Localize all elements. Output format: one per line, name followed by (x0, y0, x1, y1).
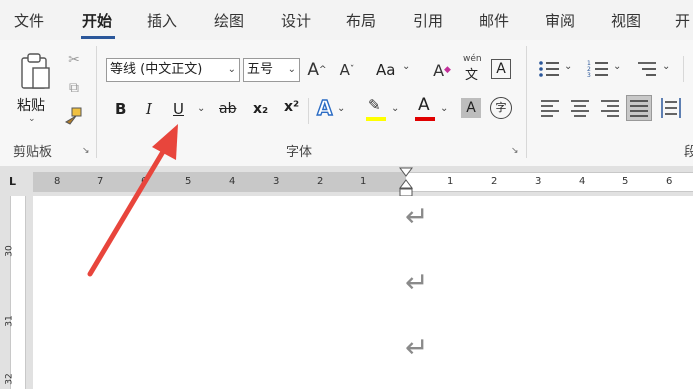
annotation-arrow (87, 124, 178, 277)
